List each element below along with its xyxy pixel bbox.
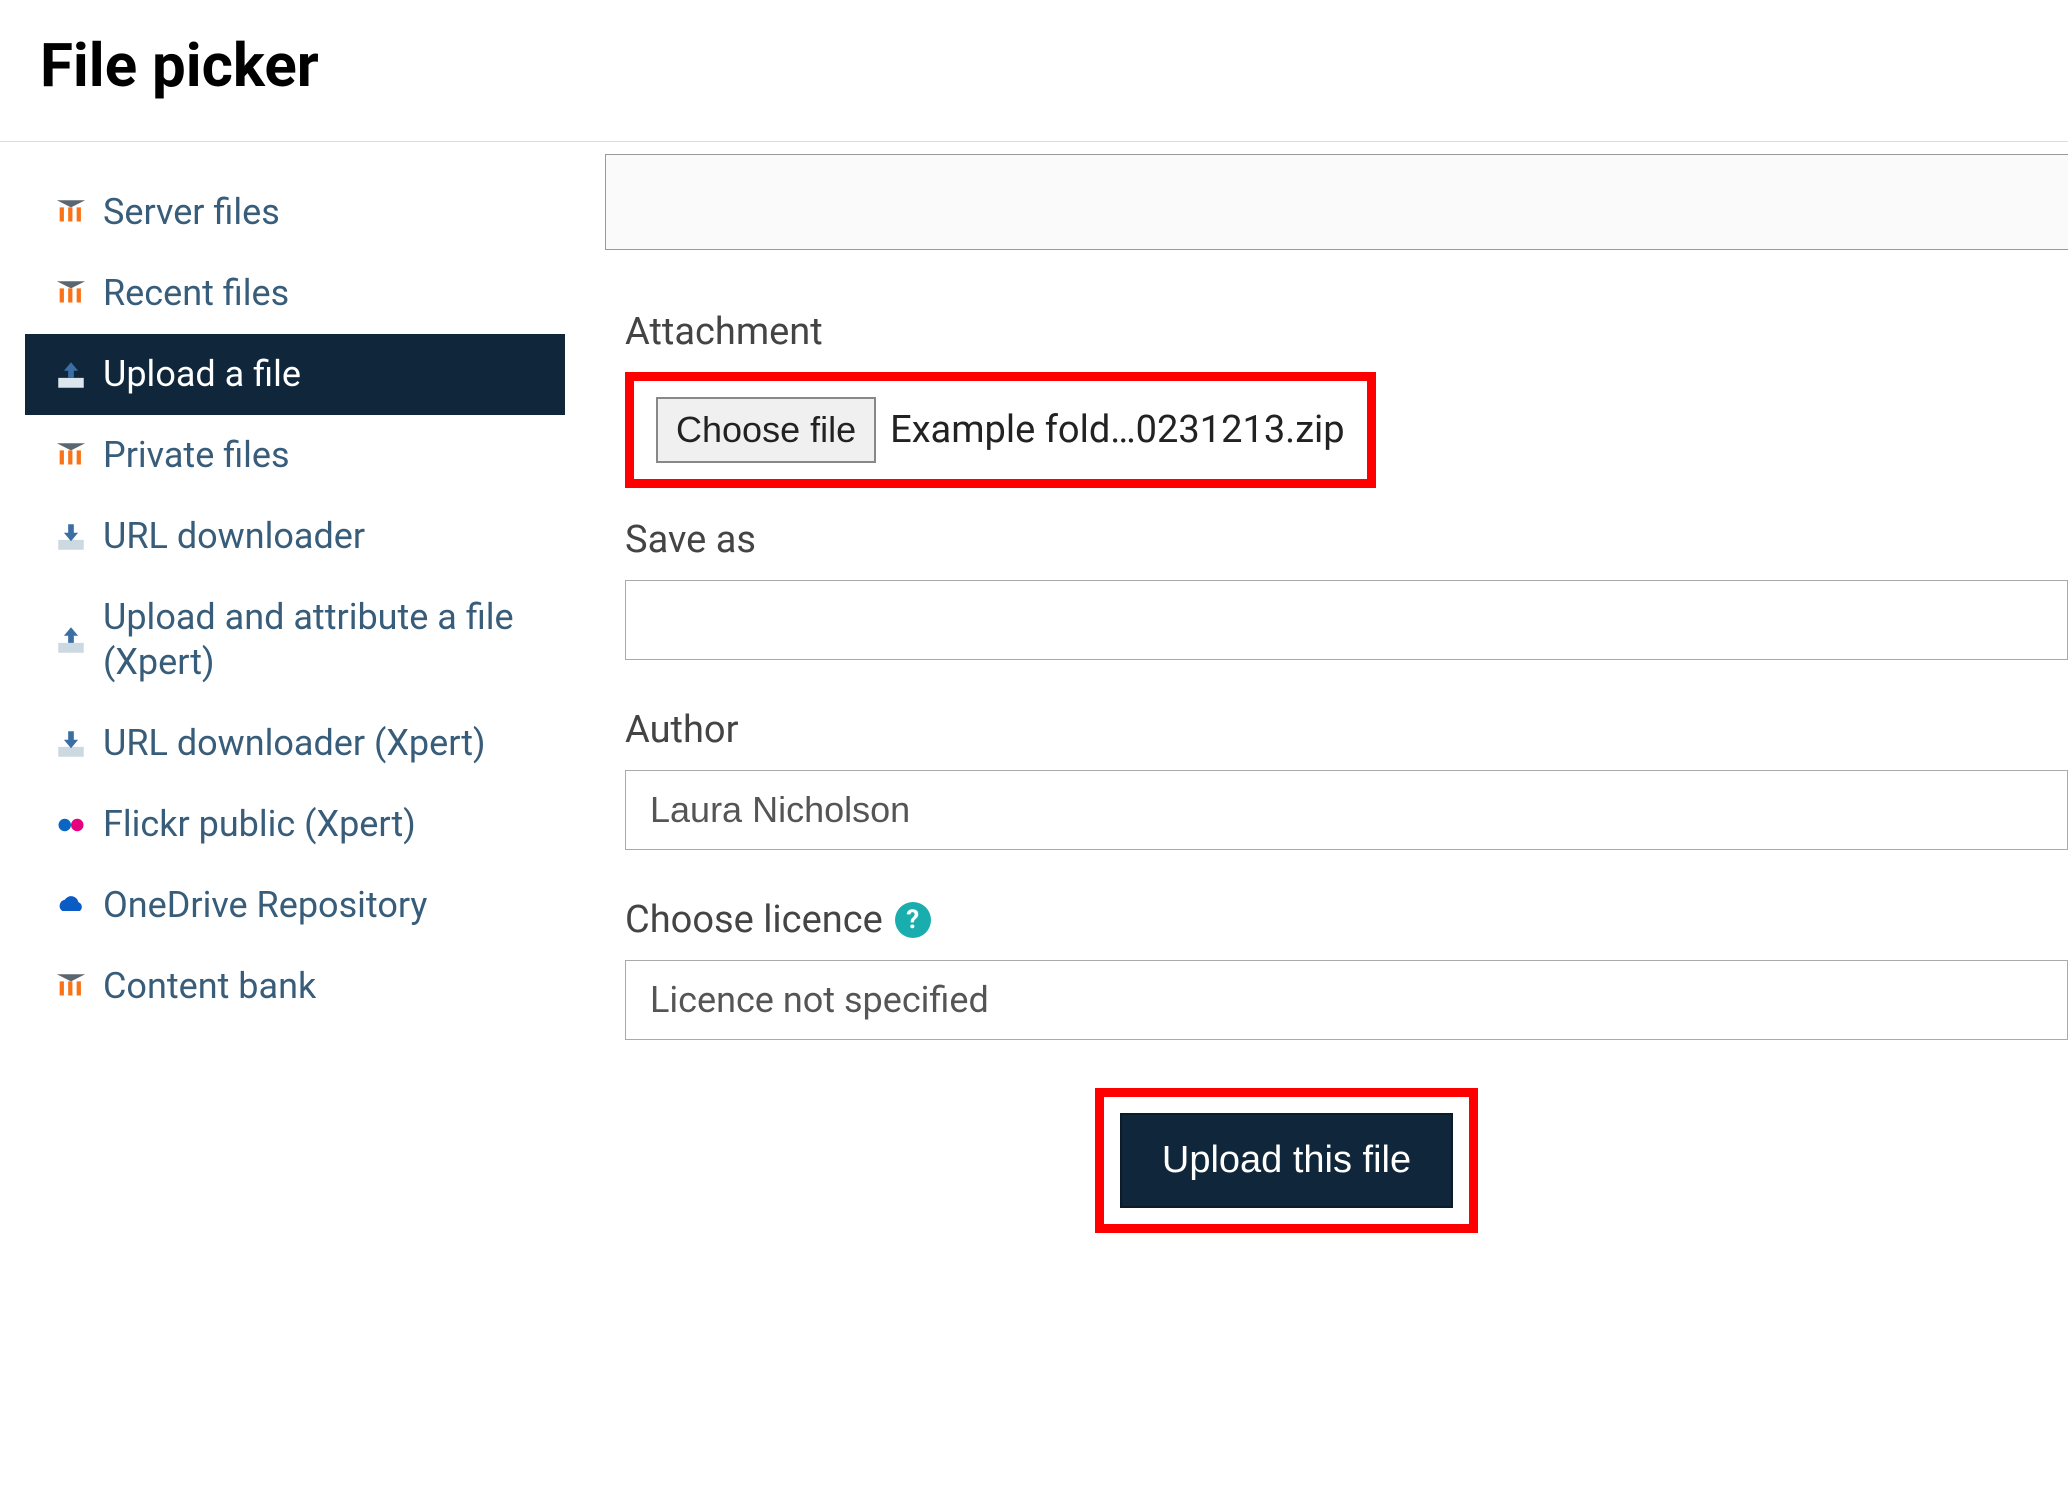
- onedrive-icon: [53, 888, 89, 924]
- flickr-icon: [53, 807, 89, 843]
- attachment-label: Attachment: [625, 310, 2068, 354]
- main-panel: Attachment Choose file Example fold…0231…: [565, 142, 2068, 1233]
- moodle-icon: [53, 195, 89, 231]
- author-label: Author: [625, 708, 2068, 752]
- attachment-highlight: Choose file Example fold…0231213.zip: [625, 372, 1376, 488]
- sidebar-item-label: Upload a file: [103, 352, 545, 397]
- toolbar-area: [605, 154, 2068, 250]
- sidebar-item-label: Content bank: [103, 964, 545, 1009]
- save-as-input[interactable]: [625, 580, 2068, 660]
- sidebar-item-recent-files[interactable]: Recent files: [25, 253, 565, 334]
- licence-select[interactable]: Licence not specified: [625, 960, 2068, 1040]
- sidebar-item-label: Server files: [103, 190, 545, 235]
- upload-this-file-button[interactable]: Upload this file: [1120, 1113, 1453, 1208]
- sidebar-item-content-bank[interactable]: Content bank: [25, 946, 565, 1027]
- submit-highlight: Upload this file: [1095, 1088, 1478, 1233]
- sidebar-item-label: Recent files: [103, 271, 545, 316]
- sidebar-item-url-downloader-xpert[interactable]: URL downloader (Xpert): [25, 703, 565, 784]
- author-input[interactable]: [625, 770, 2068, 850]
- licence-label: Choose licence ?: [625, 898, 2068, 942]
- sidebar-item-label: OneDrive Repository: [103, 883, 545, 928]
- moodle-icon: [53, 438, 89, 474]
- sidebar-item-onedrive[interactable]: OneDrive Repository: [25, 865, 565, 946]
- sidebar-item-label: URL downloader (Xpert): [103, 721, 545, 766]
- licence-selected-value: Licence not specified: [650, 979, 989, 1021]
- upload-icon: [53, 357, 89, 393]
- moodle-icon: [53, 969, 89, 1005]
- licence-label-text: Choose licence: [625, 898, 883, 942]
- choose-file-button[interactable]: Choose file: [656, 397, 876, 463]
- download-icon: [53, 519, 89, 555]
- sidebar-item-upload-attribute-xpert[interactable]: Upload and attribute a file (Xpert): [25, 577, 565, 703]
- save-as-label: Save as: [625, 518, 2068, 562]
- sidebar-item-url-downloader[interactable]: URL downloader: [25, 496, 565, 577]
- upload-icon: [53, 622, 89, 658]
- sidebar-item-label: Private files: [103, 433, 545, 478]
- dialog-title: File picker: [40, 30, 2028, 101]
- sidebar-item-flickr-xpert[interactable]: Flickr public (Xpert): [25, 784, 565, 865]
- dialog-body: Server files Recent files Upload a file …: [0, 142, 2068, 1233]
- submit-row: Upload this file: [625, 1088, 2068, 1233]
- chosen-filename: Example fold…0231213.zip: [890, 408, 1345, 452]
- sidebar-item-private-files[interactable]: Private files: [25, 415, 565, 496]
- download-icon: [53, 726, 89, 762]
- repository-sidebar: Server files Recent files Upload a file …: [0, 142, 565, 1233]
- moodle-icon: [53, 276, 89, 312]
- sidebar-item-label: Flickr public (Xpert): [103, 802, 545, 847]
- dialog-header: File picker: [0, 0, 2068, 142]
- sidebar-item-server-files[interactable]: Server files: [25, 172, 565, 253]
- help-icon[interactable]: ?: [895, 902, 931, 938]
- upload-form: Attachment Choose file Example fold…0231…: [605, 250, 2068, 1233]
- sidebar-item-label: URL downloader: [103, 514, 545, 559]
- sidebar-item-upload-file[interactable]: Upload a file: [25, 334, 565, 415]
- sidebar-item-label: Upload and attribute a file (Xpert): [103, 595, 545, 685]
